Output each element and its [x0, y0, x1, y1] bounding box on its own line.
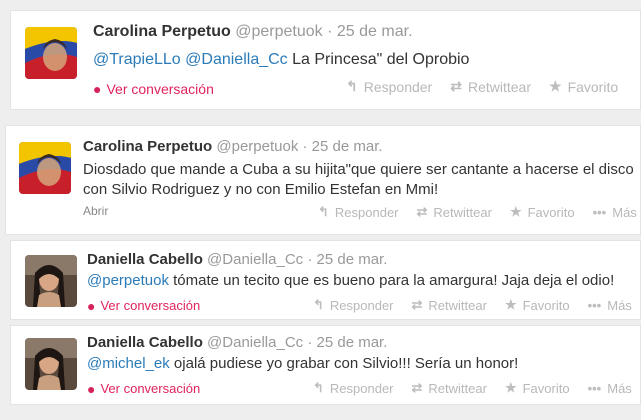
view-conversation-link[interactable]: ● Ver conversación [87, 298, 200, 313]
tweet-text: @michel_ek ojalá pudiese yo grabar con S… [87, 355, 637, 372]
flag-portrait-icon [19, 142, 71, 194]
star-icon: ★ [509, 204, 522, 219]
tweet-actions: ↰ Responder ⇄ Retwittear ★ Favorito ••• Más [318, 204, 637, 220]
star-icon: ★ [549, 78, 562, 94]
retweet-button[interactable]: ⇄ Retwittear [412, 380, 487, 396]
tweet-actions: ↰ Responder ⇄ Retwittear ★ Favorito [346, 78, 618, 95]
retweet-button[interactable]: ⇄ Retwittear [417, 204, 492, 220]
tweet-text: @TrapieLLo @Daniella_Cc La Princesa" del… [93, 51, 633, 69]
reply-button[interactable]: ↰ Responder [318, 204, 399, 220]
author-name[interactable]: Daniella Cabello [87, 251, 203, 268]
more-label: Más [612, 204, 637, 220]
more-label: Más [607, 297, 632, 313]
separator-dot: · [307, 334, 313, 351]
reply-icon: ↰ [313, 297, 324, 312]
flag-portrait-icon [25, 27, 77, 79]
tweet-text-content: La Princesa" del Oprobio [287, 51, 470, 68]
avatar[interactable] [25, 255, 77, 307]
author-handle[interactable]: @Daniella_Cc [207, 251, 303, 268]
tweet-text-content: ojalá pudiese yo grabar con Silvio!!! Se… [169, 355, 519, 372]
more-button[interactable]: ••• Más [588, 380, 632, 396]
favorite-button[interactable]: ★ Favorito [510, 204, 575, 220]
favorite-button[interactable]: ★ Favorito [505, 380, 570, 396]
retweet-icon: ⇄ [416, 204, 428, 219]
mention-link[interactable]: @michel_ek [87, 355, 170, 372]
retweet-icon: ⇄ [411, 297, 423, 312]
tweet-actions: ↰ Responder ⇄ Retwittear ★ Favorito ••• Más [313, 297, 632, 313]
more-button[interactable]: ••• Más [593, 204, 637, 220]
more-dots-icon: ••• [587, 297, 602, 313]
timestamp[interactable]: 25 de mar. [317, 251, 388, 268]
author-name[interactable]: Carolina Perpetuo [83, 138, 212, 155]
timestamp[interactable]: 25 de mar. [317, 334, 388, 351]
retweet-label: Retwittear [428, 380, 487, 396]
separator-dot: · [327, 23, 333, 40]
separator-dot: · [307, 251, 313, 268]
author-name[interactable]: Daniella Cabello [87, 334, 203, 351]
mention-link[interactable]: @TrapieLLo [93, 51, 181, 68]
speech-bubble-icon: ● [93, 81, 102, 97]
retweet-label: Retwittear [428, 297, 487, 313]
reply-label: Responder [329, 297, 394, 313]
tweet-text: @perpetuok tómate un tecito que es bueno… [87, 272, 637, 289]
avatar[interactable] [25, 27, 77, 79]
more-dots-icon: ••• [592, 204, 607, 220]
more-button[interactable]: ••• Más [588, 297, 632, 313]
reply-label: Responder [334, 204, 399, 220]
mention-link[interactable]: @perpetuok [87, 272, 169, 289]
person-photo-icon [25, 255, 77, 307]
favorite-label: Favorito [522, 380, 570, 396]
author-name[interactable]: Carolina Perpetuo [93, 23, 231, 40]
reply-button[interactable]: ↰ Responder [313, 380, 394, 396]
favorite-button[interactable]: ★ Favorito [505, 297, 570, 313]
tweet-text-content: tómate un tecito que es bueno para la am… [168, 272, 615, 289]
favorite-label: Favorito [522, 297, 570, 313]
reply-button[interactable]: ↰ Responder [346, 78, 432, 95]
star-icon: ★ [504, 380, 517, 395]
avatar[interactable] [19, 142, 71, 194]
tweet-card[interactable]: Carolina Perpetuo @perpetuok · 25 de mar… [5, 125, 641, 235]
reply-icon: ↰ [318, 204, 329, 219]
reply-label: Responder [329, 380, 394, 396]
speech-bubble-icon: ● [87, 297, 96, 314]
retweet-icon: ⇄ [411, 380, 423, 395]
tweet-card[interactable]: Daniella Cabello @Daniella_Cc · 25 de ma… [10, 325, 641, 405]
open-link[interactable]: Abrir [83, 204, 108, 218]
separator-dot: · [302, 138, 308, 155]
tweet-text: Diosdado que mande a Cuba a su hijita"qu… [83, 161, 634, 198]
retweet-button[interactable]: ⇄ Retwittear [450, 78, 531, 95]
favorite-label: Favorito [567, 78, 619, 95]
person-photo-icon [25, 338, 77, 390]
tweet-card[interactable]: Carolina Perpetuo @perpetuok · 25 de mar… [10, 10, 641, 110]
reply-icon: ↰ [313, 380, 324, 395]
reply-button[interactable]: ↰ Responder [313, 297, 394, 313]
timestamp[interactable]: 25 de mar. [337, 23, 413, 40]
author-handle[interactable]: @perpetuok [216, 138, 298, 155]
timestamp[interactable]: 25 de mar. [312, 138, 383, 155]
favorite-label: Favorito [527, 204, 575, 220]
speech-bubble-icon: ● [87, 380, 96, 397]
reply-icon: ↰ [346, 78, 358, 94]
retweet-label: Retwittear [433, 204, 492, 220]
view-conversation-label: Ver conversación [106, 81, 214, 97]
view-conversation-label: Ver conversación [100, 298, 201, 313]
author-handle[interactable]: @Daniella_Cc [207, 334, 303, 351]
mention-link[interactable]: @Daniella_Cc [185, 51, 288, 68]
tweet-actions: ↰ Responder ⇄ Retwittear ★ Favorito ••• Más [313, 380, 632, 396]
view-conversation-link[interactable]: ● Ver conversación [87, 381, 200, 396]
more-label: Más [607, 380, 632, 396]
tweet-card[interactable]: Daniella Cabello @Daniella_Cc · 25 de ma… [10, 240, 641, 320]
view-conversation-link[interactable]: ● Ver conversación [93, 81, 214, 97]
retweet-button[interactable]: ⇄ Retwittear [412, 297, 487, 313]
retweet-label: Retwittear [467, 78, 531, 95]
retweet-icon: ⇄ [450, 78, 462, 94]
view-conversation-label: Ver conversación [100, 381, 201, 396]
avatar[interactable] [25, 338, 77, 390]
author-handle[interactable]: @perpetuok [235, 23, 322, 40]
more-dots-icon: ••• [587, 380, 602, 396]
favorite-button[interactable]: ★ Favorito [549, 78, 618, 95]
star-icon: ★ [504, 297, 517, 312]
reply-label: Responder [363, 78, 433, 95]
